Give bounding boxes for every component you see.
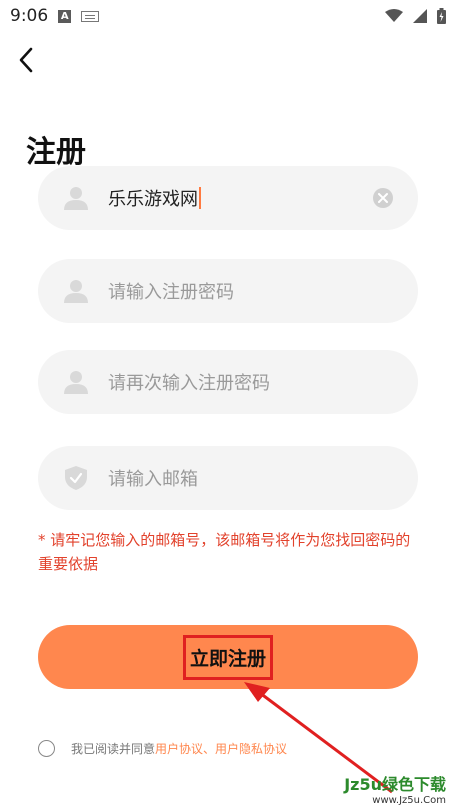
user-agreement-link[interactable]: 用户协议 xyxy=(155,740,203,757)
status-right xyxy=(385,8,446,24)
username-input[interactable]: 乐乐游戏网 xyxy=(108,185,198,211)
user-icon xyxy=(60,275,92,307)
confirm-password-input[interactable]: 请再次输入注册密码 xyxy=(108,369,270,395)
register-button[interactable]: 立即注册 xyxy=(38,625,418,689)
text-caret xyxy=(199,187,201,209)
email-notice: * 请牢记您输入的邮箱号，该邮箱号将作为您找回密码的重要依据 xyxy=(38,531,411,573)
shield-check-icon xyxy=(60,462,92,494)
agreement-row: 我已阅读并同意 用户协议 、 用户隐私协议 xyxy=(38,740,287,757)
keyboard-icon xyxy=(81,10,100,22)
agreement-prefix: 我已阅读并同意 xyxy=(71,742,156,756)
email-field[interactable]: 请输入邮箱 xyxy=(38,446,418,510)
status-left: 9:06 A xyxy=(10,6,100,26)
agree-radio[interactable] xyxy=(38,740,55,757)
watermark-url: www.Jz5u.Com xyxy=(372,795,446,806)
password-field[interactable]: 请输入注册密码 xyxy=(38,259,418,323)
watermark: Jz5u绿色下载 www.Jz5u.Com xyxy=(344,771,446,806)
page-title: 注册 xyxy=(26,135,86,170)
back-arrow-icon xyxy=(19,47,33,73)
register-button-label: 立即注册 xyxy=(182,634,273,680)
back-button[interactable] xyxy=(12,45,42,75)
password-input[interactable]: 请输入注册密码 xyxy=(108,278,234,304)
user-icon xyxy=(60,366,92,398)
wifi-icon xyxy=(385,9,403,22)
signal-icon xyxy=(413,9,427,23)
privacy-agreement-link[interactable]: 用户隐私协议 xyxy=(215,740,287,757)
status-bar: 9:06 A xyxy=(0,0,456,32)
email-input[interactable]: 请输入邮箱 xyxy=(108,465,198,491)
battery-icon xyxy=(437,8,446,24)
confirm-password-field[interactable]: 请再次输入注册密码 xyxy=(38,350,418,414)
username-field[interactable]: 乐乐游戏网 xyxy=(38,166,418,230)
status-a-icon: A xyxy=(58,9,72,23)
watermark-title: Jz5u绿色下载 xyxy=(344,775,446,794)
agreement-separator: 、 xyxy=(203,742,216,756)
user-icon xyxy=(60,182,92,214)
status-time: 9:06 xyxy=(10,6,49,26)
clear-icon[interactable] xyxy=(372,187,394,209)
